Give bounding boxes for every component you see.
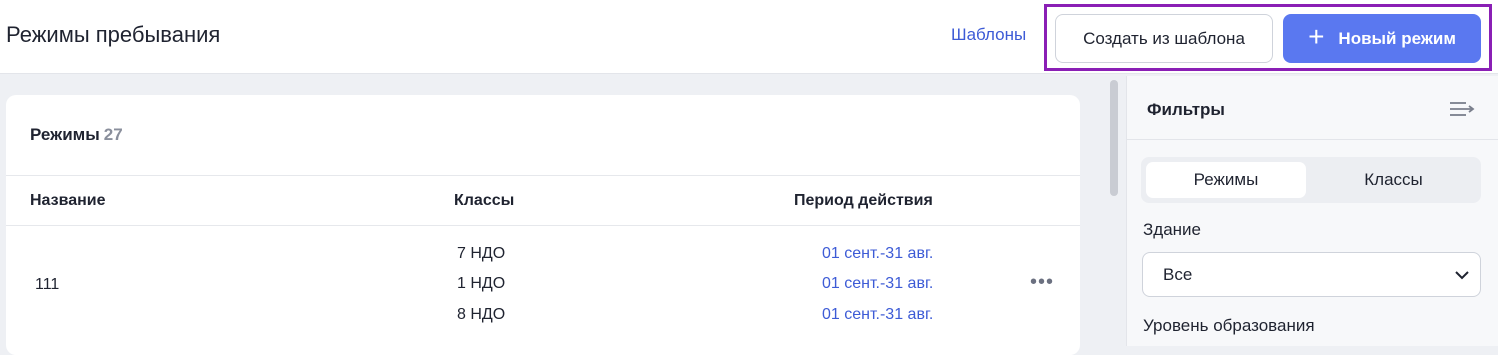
page-header: Режимы пребывания Шаблоны Создать из шаб… (0, 0, 1498, 74)
more-dots-icon[interactable]: ••• (1030, 271, 1054, 294)
collapse-filters-icon[interactable] (1449, 100, 1475, 123)
building-select-value: Все (1163, 265, 1193, 284)
table-title-label: Режимы (30, 125, 100, 144)
row-name[interactable]: 111 (35, 276, 59, 294)
tab-classes[interactable]: Классы (1311, 162, 1476, 198)
table-count: 27 (103, 125, 123, 144)
divider (6, 225, 1080, 226)
plus-icon: + (1308, 21, 1325, 52)
row-period[interactable]: 01 сент.-31 авг. (822, 245, 933, 263)
scrollbar-thumb[interactable] (1110, 80, 1118, 196)
building-select[interactable]: Все (1142, 252, 1481, 297)
divider (6, 175, 1080, 176)
divider (1127, 139, 1498, 140)
filters-title: Фильтры (1147, 100, 1225, 119)
modes-table-card: Режимы 27 Название Классы Период действия… (6, 95, 1080, 355)
row-class: 8 НДО (457, 306, 506, 323)
templates-link[interactable]: Шаблоны (951, 25, 1026, 45)
row-class: 1 НДО (457, 275, 506, 292)
column-header-period[interactable]: Период действия (794, 192, 933, 210)
building-label: Здание (1143, 220, 1201, 239)
column-header-classes[interactable]: Классы (454, 192, 514, 210)
new-mode-label: Новый режим (1338, 28, 1456, 48)
column-header-name[interactable]: Название (30, 192, 106, 210)
new-mode-button[interactable]: + Новый режим (1283, 14, 1481, 63)
row-class: 7 НДО (457, 245, 506, 262)
filter-tabs: Режимы Классы (1141, 157, 1481, 203)
tab-modes[interactable]: Режимы (1146, 162, 1306, 198)
education-level-label: Уровень образования (1143, 316, 1315, 335)
page-title: Режимы пребывания (6, 22, 221, 47)
table-title: Режимы 27 (30, 125, 123, 145)
create-from-template-button[interactable]: Создать из шаблона (1055, 14, 1273, 63)
filters-panel: Фильтры Режимы Классы Здание Все Уровень… (1126, 76, 1498, 346)
row-period[interactable]: 01 сент.-31 авг. (822, 275, 933, 293)
row-period[interactable]: 01 сент.-31 авг. (822, 306, 933, 324)
chevron-down-icon (1454, 267, 1470, 288)
